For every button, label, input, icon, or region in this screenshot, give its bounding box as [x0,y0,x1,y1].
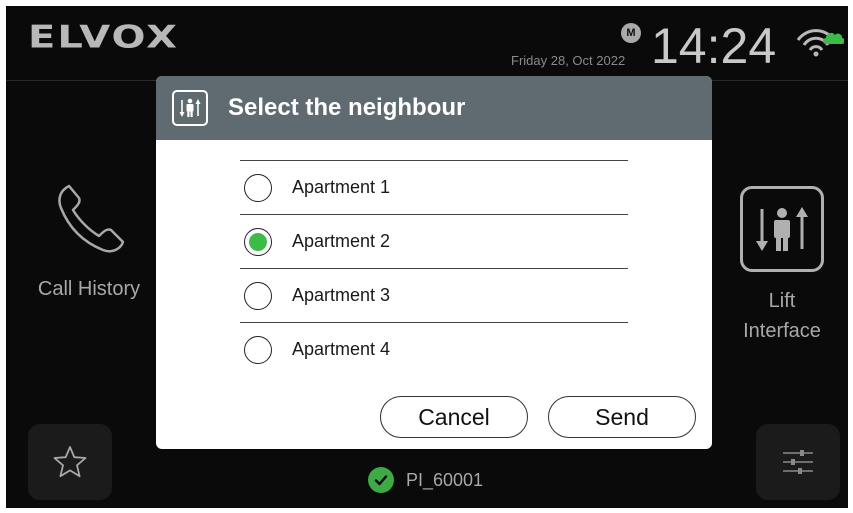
settings-button[interactable] [756,424,840,500]
option-label: Apartment 3 [292,285,391,305]
option-label: Apartment 2 [292,231,391,251]
sliders-icon [783,450,813,474]
radio-button[interactable] [244,335,272,364]
top-bar: ELVOX Friday 28, Oct 2022 M 14:24 [6,6,848,81]
mode-badge: M [621,23,641,43]
check-icon [368,467,394,493]
radio-button[interactable] [244,173,272,202]
connection-status: PI_60001 [368,467,483,493]
status-text: PI_60001 [406,469,484,490]
list-item[interactable]: Apartment 2 [240,215,628,269]
list-item[interactable]: Apartment 4 [240,323,628,364]
lift-label-line2: Interface [743,320,821,342]
list-item[interactable]: Apartment 3 [240,269,628,323]
radio-button-selected[interactable] [244,227,272,256]
send-button[interactable]: Send [548,396,696,438]
call-history-tile[interactable]: Call History [14,176,164,301]
date-label: Friday 28, Oct 2022 [511,53,626,68]
dialog-title: Select the neighbour [228,94,466,121]
lift-icon [740,186,824,272]
lift-interface-tile[interactable]: Lift Interface [716,186,848,346]
intercom-screen: ELVOX Friday 28, Oct 2022 M 14:24 Call H… [6,6,848,508]
brand-logo: ELVOX [28,19,179,56]
option-label: Apartment 1 [292,177,391,197]
apartment-list[interactable]: Apartment 1 Apartment 2 Apartment 3 Apar… [240,160,628,364]
star-icon [53,446,87,478]
wifi-cloud-icon [796,29,844,57]
option-label: Apartment 4 [292,339,391,359]
cancel-button[interactable]: Cancel [380,396,528,438]
lift-icon [172,90,208,126]
list-item[interactable]: Apartment 1 [240,161,628,215]
lift-label-line1: Lift [768,290,796,312]
radio-button[interactable] [244,281,272,310]
phone-icon [58,184,125,253]
clock: 14:24 [651,18,777,74]
dialog-header: Select the neighbour [156,76,712,140]
select-neighbour-dialog: Select the neighbour Apartment 1 Apartme… [156,76,712,449]
call-history-label: Call History [37,278,141,300]
favorites-button[interactable] [28,424,112,500]
